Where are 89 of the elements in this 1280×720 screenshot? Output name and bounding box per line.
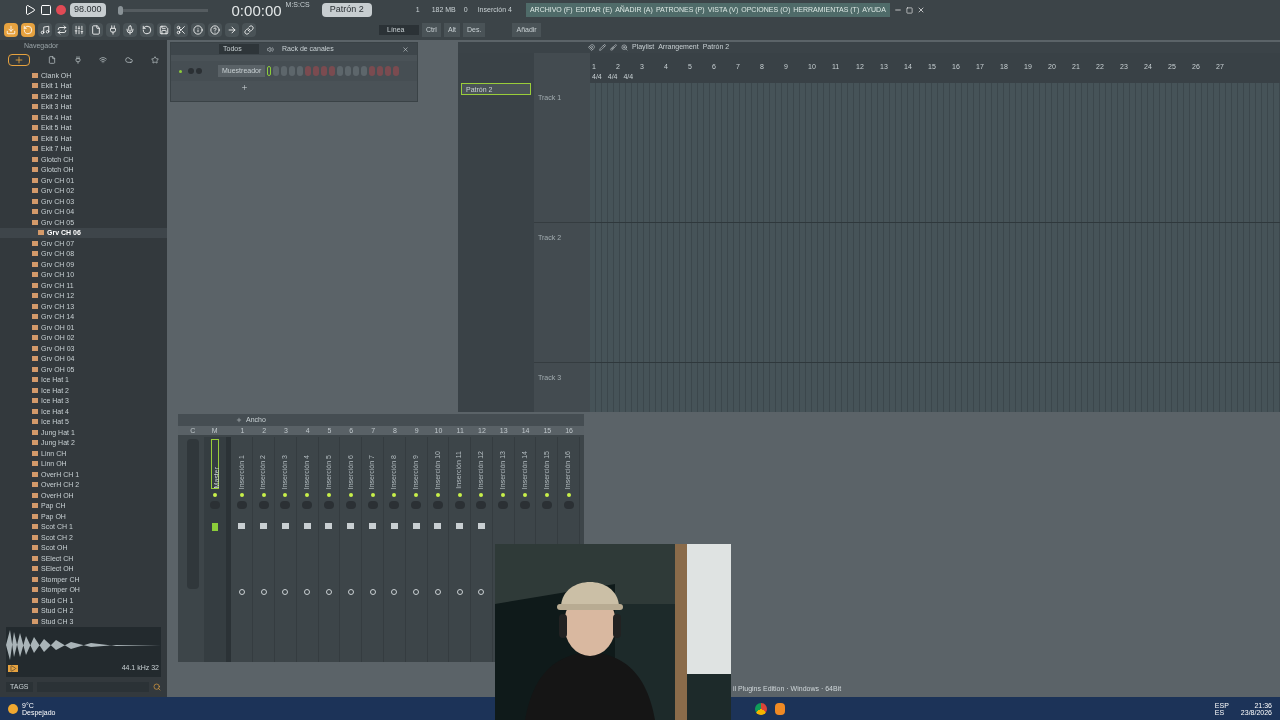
plus-icon[interactable] [8, 54, 30, 66]
help-icon [210, 25, 220, 35]
volume-fader[interactable] [260, 523, 268, 529]
refresh-icon [142, 25, 152, 35]
volume-fader[interactable] [347, 523, 355, 529]
led-icon [239, 493, 244, 497]
volume-fader[interactable] [281, 523, 289, 529]
sliders-icon [74, 25, 84, 35]
volume-fader[interactable] [325, 523, 333, 529]
volume-fader[interactable] [456, 523, 464, 529]
toolbar-button[interactable] [174, 23, 188, 37]
plus-icon [236, 417, 242, 423]
cloud-icon[interactable] [125, 56, 134, 64]
led-icon [392, 493, 397, 497]
led-icon [283, 493, 288, 497]
close-icon[interactable] [916, 6, 925, 14]
volume-fader[interactable] [477, 523, 485, 529]
arrow-icon [227, 25, 237, 35]
led-icon [305, 493, 310, 497]
toolbar-button[interactable] [191, 23, 205, 37]
file-icon[interactable] [47, 56, 56, 64]
info-icon [193, 25, 203, 35]
plug-icon [108, 25, 118, 35]
led-icon [566, 493, 571, 497]
save-icon [159, 25, 169, 35]
toolbar-button[interactable] [21, 23, 35, 37]
speaker-icon [267, 45, 274, 53]
led-icon [348, 493, 353, 497]
toolbar-button[interactable] [123, 23, 137, 37]
led-icon [479, 493, 484, 497]
search-icon[interactable] [153, 683, 161, 691]
preview-play-icon[interactable] [8, 664, 18, 672]
toolbar-button[interactable] [72, 23, 86, 37]
toolbar-button[interactable] [55, 23, 69, 37]
scissors-icon [176, 25, 186, 35]
led-icon [212, 493, 217, 497]
pencil-icon [599, 43, 606, 51]
signal-icon[interactable] [99, 56, 108, 64]
magnet-icon [588, 43, 595, 51]
volume-fader[interactable] [434, 523, 442, 529]
zoom-icon [621, 43, 628, 51]
brush-icon [610, 43, 617, 51]
time-display: 0:00:00 [231, 2, 282, 18]
stop-icon[interactable] [40, 4, 52, 16]
tempo-display[interactable]: 98.000 [70, 3, 106, 17]
led-icon [544, 493, 549, 497]
led-icon [327, 493, 331, 497]
select-indicator[interactable] [267, 66, 272, 76]
toolbar-button[interactable] [4, 23, 18, 37]
volume-fader[interactable] [211, 523, 218, 531]
toolbar-button[interactable] [89, 23, 103, 37]
toolbar-button[interactable] [38, 23, 52, 37]
led-icon [435, 493, 440, 497]
minimize-icon[interactable] [893, 6, 902, 14]
fl-studio-icon [775, 702, 786, 715]
record-icon[interactable] [56, 5, 66, 15]
add-channel-icon[interactable] [241, 84, 248, 91]
volume-fader[interactable] [238, 523, 246, 529]
download-icon [6, 25, 16, 35]
toolbar-button[interactable] [242, 23, 256, 37]
led-icon [501, 493, 506, 497]
note-icon [40, 25, 50, 35]
toolbar-button[interactable] [208, 23, 222, 37]
led-icon [457, 493, 462, 497]
channel-led-icon [179, 69, 182, 73]
pattern-selector[interactable]: Patrón 2 [321, 3, 372, 17]
rotate-icon [23, 25, 33, 35]
volume-fader[interactable] [390, 523, 398, 529]
star-icon[interactable] [151, 56, 159, 64]
led-icon [261, 493, 266, 497]
volume-fader[interactable] [412, 523, 420, 529]
file-icon [91, 25, 101, 35]
toolbar-button[interactable] [157, 23, 171, 37]
play-icon[interactable] [24, 4, 36, 16]
maximize-icon[interactable] [905, 6, 913, 14]
loop-icon [57, 25, 67, 35]
chrome-icon [755, 702, 768, 715]
toolbar-button[interactable] [225, 23, 239, 37]
close-icon[interactable] [402, 45, 409, 53]
led-icon [370, 493, 375, 497]
volume-fader[interactable] [369, 523, 377, 529]
toolbar-button[interactable] [140, 23, 154, 37]
led-icon [414, 493, 419, 497]
led-icon [523, 493, 527, 497]
link-icon [244, 25, 254, 35]
microphone-icon [125, 25, 135, 35]
volume-fader[interactable] [303, 523, 311, 529]
toolbar-button[interactable] [106, 23, 120, 37]
plug-icon[interactable] [73, 56, 82, 64]
